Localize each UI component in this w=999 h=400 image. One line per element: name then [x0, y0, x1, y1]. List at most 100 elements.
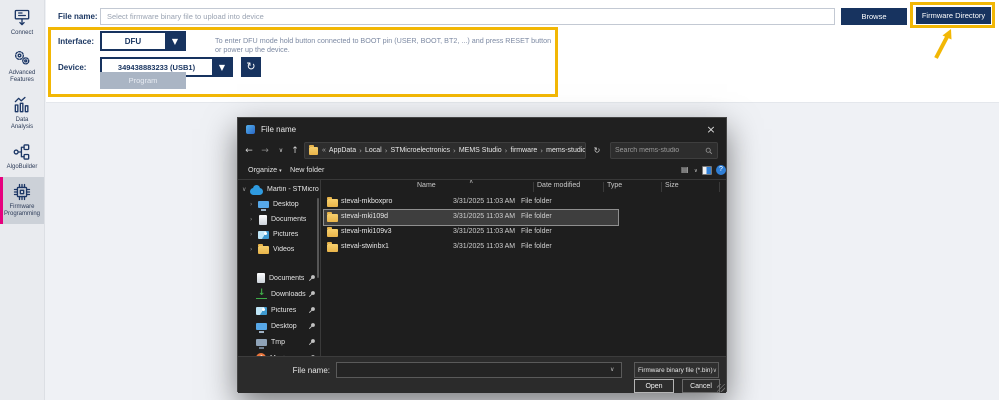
program-button[interactable]: Program	[100, 72, 186, 89]
tree-item-pinned-documents[interactable]: Documents	[238, 270, 320, 286]
monitor-icon	[256, 338, 267, 349]
folder-icon	[258, 244, 269, 254]
search-icon	[705, 147, 713, 154]
column-header-type[interactable]: Type	[607, 182, 622, 189]
chevron-down-icon: ∨	[712, 366, 717, 374]
tree-item-pinned-downloads[interactable]: ↓ Downloads	[238, 286, 320, 302]
organize-button[interactable]: Organize ▾	[248, 165, 282, 174]
dialog-footer: File name: ∨ Firmware binary file (*.bin…	[238, 356, 726, 393]
dialog-title-bar[interactable]: File name ×	[238, 118, 726, 140]
forward-icon[interactable]: →	[258, 143, 272, 159]
file-type-select[interactable]: Firmware binary file (*.bin) ∨	[634, 362, 719, 378]
tree-item-martin-stmicro[interactable]: ∨ Martin - STMicro	[238, 182, 320, 197]
breadcrumb-segment[interactable]: MEMS Studio	[459, 147, 502, 154]
chip-icon	[12, 182, 32, 202]
tree-item-videos[interactable]: › Videos	[238, 242, 320, 257]
preview-pane-icon[interactable]	[702, 166, 712, 175]
gears-icon	[12, 48, 32, 68]
tree-item-pictures[interactable]: › Pictures	[238, 227, 320, 242]
pane-divider	[320, 180, 321, 356]
breadcrumb-segment[interactable]: mems-studio	[546, 147, 585, 154]
chevron-down-icon[interactable]: ∨	[242, 186, 250, 193]
sort-ascending-icon: ∧	[469, 180, 474, 185]
tree-item-pinned-desktop[interactable]: Desktop	[238, 318, 320, 334]
tree-group-gap	[238, 257, 320, 270]
back-icon[interactable]: ←	[242, 143, 256, 159]
breadcrumb-separator-icon: ›	[359, 146, 362, 155]
new-folder-button[interactable]: New folder	[290, 165, 324, 174]
algo-icon	[12, 142, 32, 162]
breadcrumb-overflow-icon[interactable]: «	[322, 147, 326, 154]
file-row-steval-stwinbx1[interactable]: steval-stwinbx1 3/31/2025 11:03 AM File fo…	[324, 240, 618, 255]
chevron-right-icon[interactable]: ›	[250, 231, 258, 238]
resize-grip-icon[interactable]	[717, 384, 725, 392]
download-icon: ↓	[256, 288, 267, 299]
breadcrumb-segment[interactable]: firmware	[510, 147, 537, 154]
firmware-file-input[interactable]	[100, 8, 835, 25]
column-header-name[interactable]: Name	[417, 182, 436, 189]
app-icon	[246, 124, 255, 134]
pictures-icon	[256, 306, 267, 315]
tree-item-desktop[interactable]: › Desktop	[238, 197, 320, 212]
sidebar-item-data-analysis[interactable]: Data Analysis	[0, 90, 44, 137]
open-button[interactable]: Open	[634, 379, 674, 393]
pictures-icon	[258, 231, 269, 239]
breadcrumb-separator-icon: ›	[453, 146, 456, 155]
dialog-toolbar: Organize ▾ New folder ▤ ∨ ?	[238, 162, 726, 180]
help-icon[interactable]: ?	[716, 165, 726, 175]
navigation-tree: ∨ Martin - STMicro › Desktop › Documents › Pict…	[238, 182, 320, 356]
search-input[interactable]	[615, 147, 705, 154]
interface-label: Interface:	[58, 37, 95, 46]
connect-icon	[12, 8, 32, 28]
dialog-file-name-input[interactable]	[336, 362, 622, 378]
chevron-right-icon[interactable]: ›	[250, 216, 258, 223]
sidebar-item-algobuilder[interactable]: AlgoBuilder	[0, 137, 44, 177]
interface-dropdown[interactable]: DFU ▼	[100, 31, 186, 51]
tree-scrollbar[interactable]	[317, 198, 319, 278]
refresh-devices-button[interactable]: ↻	[241, 57, 261, 77]
chevron-down-icon[interactable]: ▼	[212, 58, 232, 76]
file-row-steval-mki109v3[interactable]: steval-mki109v3 3/31/2025 11:03 AM File fo…	[324, 225, 618, 240]
file-name-label: File name:	[58, 12, 98, 21]
sidebar-item-advanced-features[interactable]: Advanced Features	[0, 43, 44, 90]
breadcrumb: AppData › Local › STMicroelectronics › MEMS St…	[329, 146, 585, 155]
refresh-icon[interactable]: ↻	[590, 143, 604, 159]
dialog-navbar: ← → ∨ ↑ « AppData › Local › STMicroelectroni…	[238, 140, 726, 162]
search-box[interactable]	[610, 142, 718, 159]
desktop-icon	[258, 201, 269, 211]
file-row-steval-mkboxpro[interactable]: steval-mkboxpro 3/31/2025 11:03 AM File fo…	[324, 195, 618, 210]
breadcrumb-segment[interactable]: AppData	[329, 147, 356, 154]
pin-icon	[308, 275, 315, 282]
chart-icon	[12, 95, 32, 115]
folder-icon	[327, 197, 338, 207]
firmware-directory-button[interactable]: Firmware Directory	[916, 7, 991, 24]
column-header-date-modified[interactable]: Date modified	[537, 182, 580, 189]
tree-item-pinned-tmp[interactable]: Tmp	[238, 334, 320, 350]
cancel-button[interactable]: Cancel	[682, 379, 720, 393]
pin-icon	[308, 291, 315, 298]
breadcrumb-separator-icon: ›	[540, 146, 544, 155]
column-header-size[interactable]: Size	[665, 182, 679, 189]
app-root: Connect Advanced Features Data Analysis Alg…	[0, 0, 999, 400]
chevron-right-icon[interactable]: ›	[250, 246, 258, 253]
desktop-icon	[256, 322, 267, 333]
sidebar-item-firmware-programming[interactable]: Firmware Programming	[0, 177, 44, 224]
browse-button[interactable]: Browse	[841, 8, 907, 25]
pin-icon	[308, 307, 315, 314]
up-icon[interactable]: ↑	[288, 143, 302, 159]
file-list: steval-mkboxpro 3/31/2025 11:03 AM File fo…	[323, 195, 619, 255]
file-row-steval-mki109d[interactable]: steval-mki109d 3/31/2025 11:03 AM File fol…	[323, 209, 619, 226]
close-icon[interactable]: ×	[696, 118, 726, 140]
history-chevron-icon[interactable]: ∨	[274, 143, 288, 159]
folder-icon	[327, 227, 338, 237]
view-mode-icon[interactable]: ▤	[681, 165, 689, 174]
address-bar[interactable]: « AppData › Local › STMicroelectronics › MEMS …	[304, 142, 586, 159]
breadcrumb-segment[interactable]: STMicroelectronics	[391, 147, 451, 154]
breadcrumb-segment[interactable]: Local	[365, 147, 382, 154]
chevron-right-icon[interactable]: ›	[250, 201, 258, 208]
sidebar-item-connect[interactable]: Connect	[0, 3, 44, 43]
chevron-down-icon[interactable]: ▼	[165, 32, 185, 50]
view-dropdown-icon[interactable]: ∨	[694, 168, 698, 174]
tree-item-pinned-pictures[interactable]: Pictures	[238, 302, 320, 318]
tree-item-documents[interactable]: › Documents	[238, 212, 320, 227]
